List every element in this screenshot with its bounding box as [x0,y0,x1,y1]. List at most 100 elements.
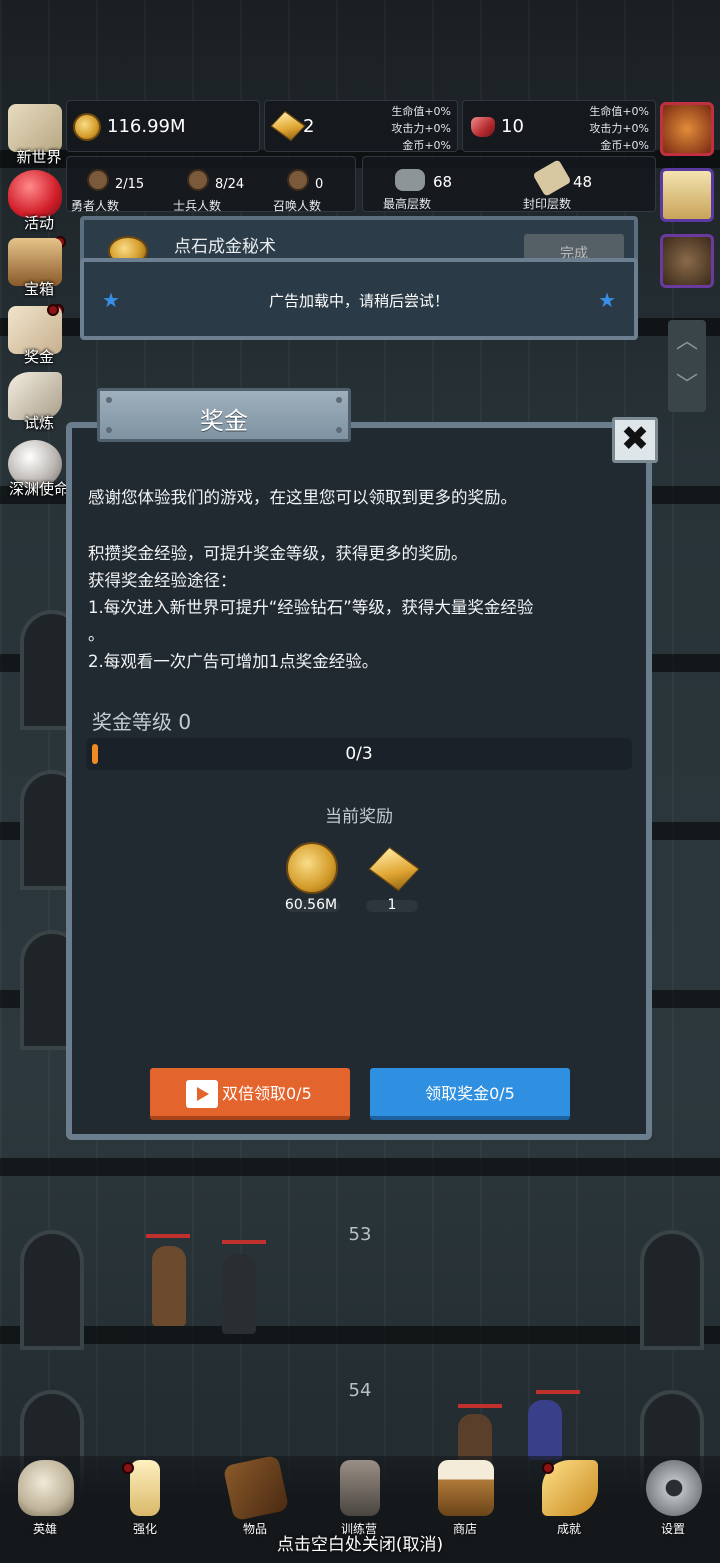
bars-value: 2 [303,116,315,137]
sealed-floor-label: 封印层数 [523,197,572,211]
dialog-text-line: 1.每次进入新世界可提升“经验钻石”等级，获得大量奖金经验 [88,598,534,617]
beer-mug-icon [438,1460,494,1516]
gold-bonus: 金币+0% [600,139,649,152]
soldiers-label: 士兵人数 [173,199,222,213]
max-floor-value: 68 [433,173,453,191]
reward-title: 当前奖励 [325,807,393,827]
ghost-enemy[interactable] [222,1254,256,1334]
double-claim-button[interactable]: 双倍领取0/5 [150,1068,350,1120]
floor-number: 54 [348,1380,372,1401]
enemy-hp-bar [458,1404,502,1408]
dungeon-window [640,1230,704,1350]
left-menu-chest[interactable]: 宝箱 [4,238,66,316]
floor-number: 53 [348,1224,372,1245]
skull-icon [18,1460,74,1516]
atk-bonus: 攻击力+0% [589,122,649,135]
scroll-arrows[interactable]: ︿ ﹀ [668,320,706,412]
close-button[interactable]: ✖ [612,417,658,463]
double-claim-label: 双倍领取0/5 [222,1084,312,1103]
left-menu-new-world[interactable]: 新世界 [4,104,66,166]
enemy-hp-bar [146,1234,190,1238]
nav-training[interactable]: 训练营 [314,1460,404,1540]
left-menu-activity[interactable]: 活动 [4,170,66,248]
hp-bonus: 生命值+0% [589,105,649,118]
reward-amount: 60.56M [284,897,338,913]
gold-bonus: 金币+0% [402,139,451,152]
dungeon-window [20,1230,84,1350]
nav-achievements[interactable]: 成就 [524,1460,614,1540]
soldier-head-icon [187,169,209,191]
left-menu-label: 深渊使命 [8,480,69,498]
left-menu-label: 试炼 [23,414,54,432]
chevron-up-icon[interactable]: ︿ [668,320,706,364]
pumpkin-icon[interactable] [660,102,714,156]
dialog-text-line: 感谢您体验我们的游戏，在这里您可以领取到更多的奖励。 [88,488,517,507]
unit-counts: 2/15 勇者人数 8/24 士兵人数 0 召唤人数 [66,156,356,213]
heroes-label: 勇者人数 [71,199,120,213]
gear-icon [646,1460,702,1516]
chest-icon[interactable] [660,234,714,288]
gold-bar-icon [270,110,306,142]
enemy-hp-bar [222,1240,266,1244]
dialog-text-line: 。 [88,625,105,644]
progress-text: 0/3 [345,744,373,764]
nav-items[interactable]: 物品 [210,1454,300,1540]
bonus-dialog [66,422,652,1140]
book-icon [222,1454,290,1522]
video-play-icon [186,1080,218,1108]
gem-bonus: 生命值+0% 攻击力+0% 金币+0% [589,103,649,154]
dialog-text-line: 2.每观看一次广告可增加1点奖金经验。 [88,652,379,671]
nav-settings[interactable]: 设置 [628,1460,718,1540]
nav-shop[interactable]: 商店 [420,1460,510,1540]
gold-coin-icon [73,113,101,141]
gold-coin-icon [286,842,338,894]
left-menu-label: 新世界 [16,148,62,166]
bonus-progress-bar: 0/3 [86,738,632,770]
sealed-floor-value: 48 [573,173,593,191]
chevron-down-icon[interactable]: ﹀ [668,364,706,408]
gold-stat: 116.99M [66,100,260,152]
notification-dot [542,1462,554,1474]
candle-icon [130,1460,160,1516]
ad-loading-toast: ★ 广告加载中，请稍后尝试！ ★ [80,258,638,340]
lantern-icon [340,1460,380,1516]
skeleton-enemy[interactable] [152,1246,186,1326]
heroes-value: 2/15 [115,177,145,192]
left-menu-label: 奖金 [23,348,54,366]
candle-icon[interactable] [660,168,714,222]
red-gem-icon [471,117,495,137]
tap-blank-to-close-hint[interactable]: 点击空白处关闭(取消) [0,1530,720,1555]
bar-stat: 2 生命值+0% 攻击力+0% 金币+0% [264,100,458,152]
toast-message: 广告加载中，请稍后尝试！ [268,292,449,310]
seal-scroll-icon [532,159,572,197]
left-menu-trial[interactable]: 试炼 [4,372,66,432]
summons-label: 召唤人数 [273,199,322,213]
claim-bonus-label: 领取奖金0/5 [425,1084,515,1103]
mage-enemy[interactable] [528,1400,562,1460]
summons-value: 0 [315,177,324,192]
max-floor-label: 最高层数 [383,197,432,211]
claim-bonus-button[interactable]: 领取奖金0/5 [370,1068,570,1120]
dialog-text-line: 获得奖金经验途径： [88,571,237,590]
atk-bonus: 攻击力+0% [391,122,451,135]
reward-amount: 1 [387,897,397,913]
nav-heroes[interactable]: 英雄 [0,1460,90,1540]
nav-enhance[interactable]: 强化 [100,1460,190,1540]
left-menu-bonus[interactable]: 奖金 [4,306,66,366]
notification-dot [47,304,59,316]
gem-stat: 10 生命值+0% 攻击力+0% 金币+0% [462,100,656,152]
heart-icon [8,170,62,218]
close-icon[interactable]: ✖ [621,419,650,459]
summon-head-icon [287,169,309,191]
alchemy-title: 点石成金秘术 [174,237,276,257]
dialog-title-tab: 奖金 [97,388,351,442]
gold-value: 116.99M [107,116,186,137]
rock-icon [395,169,425,191]
floor-counts: 68 最高层数 48 封印层数 [362,156,656,212]
bonus-level-label: 奖金等级 0 [92,710,192,734]
map-scroll-icon [8,104,62,152]
dialog-title: 奖金 [200,407,248,435]
notification-dot [122,1462,134,1474]
left-menu-label: 宝箱 [23,280,54,298]
left-menu-abyss[interactable]: 深渊使命 [4,440,69,500]
